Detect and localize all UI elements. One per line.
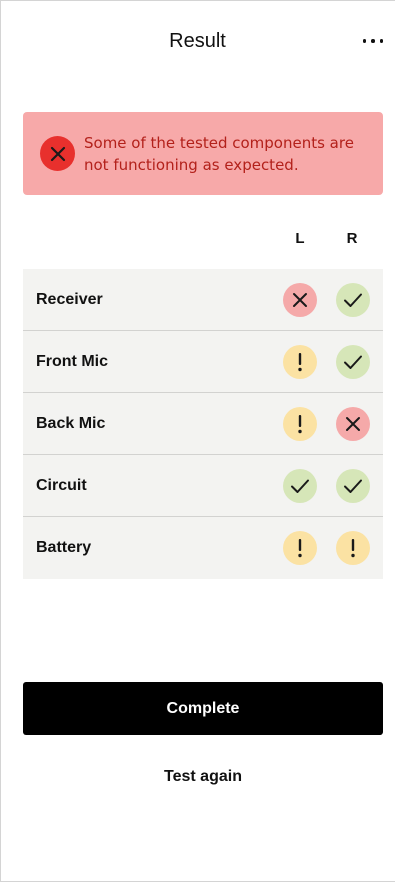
status-left-cross-icon (283, 283, 317, 317)
status-right-check-icon (336, 345, 370, 379)
complete-button[interactable]: Complete (23, 682, 383, 735)
page-title: Result (169, 30, 226, 52)
status-left-exclamation-icon (283, 407, 317, 441)
component-label: Receiver (36, 291, 103, 308)
component-label: Circuit (36, 477, 87, 494)
component-row: Circuit (23, 455, 383, 517)
results-table: Receiver Front Mic Back Mic Circuit Battery (23, 269, 383, 579)
component-label: Back Mic (36, 415, 106, 432)
more-options-button[interactable] (359, 28, 387, 54)
more-horizontal-icon (362, 39, 367, 43)
component-row: Front Mic (23, 331, 383, 393)
column-header-right: R (346, 230, 358, 247)
error-x-icon (40, 136, 75, 171)
status-right-cross-icon (336, 407, 370, 441)
column-header-left: L (295, 230, 305, 247)
status-right-check-icon (336, 469, 370, 503)
error-banner: Some of the tested components are not fu… (23, 112, 383, 195)
status-right-exclamation-icon (336, 531, 370, 565)
component-row: Back Mic (23, 393, 383, 455)
component-label: Battery (36, 539, 92, 556)
component-row: Battery (23, 517, 383, 579)
component-row: Receiver (23, 269, 383, 331)
status-left-exclamation-icon (283, 345, 317, 379)
error-message: Some of the tested components are not fu… (84, 134, 354, 174)
top-bar: Result (0, 0, 395, 84)
component-label: Front Mic (36, 353, 108, 370)
status-left-check-icon (283, 469, 317, 503)
test-again-button[interactable]: Test again (23, 768, 383, 790)
status-right-check-icon (336, 283, 370, 317)
status-left-exclamation-icon (283, 531, 317, 565)
